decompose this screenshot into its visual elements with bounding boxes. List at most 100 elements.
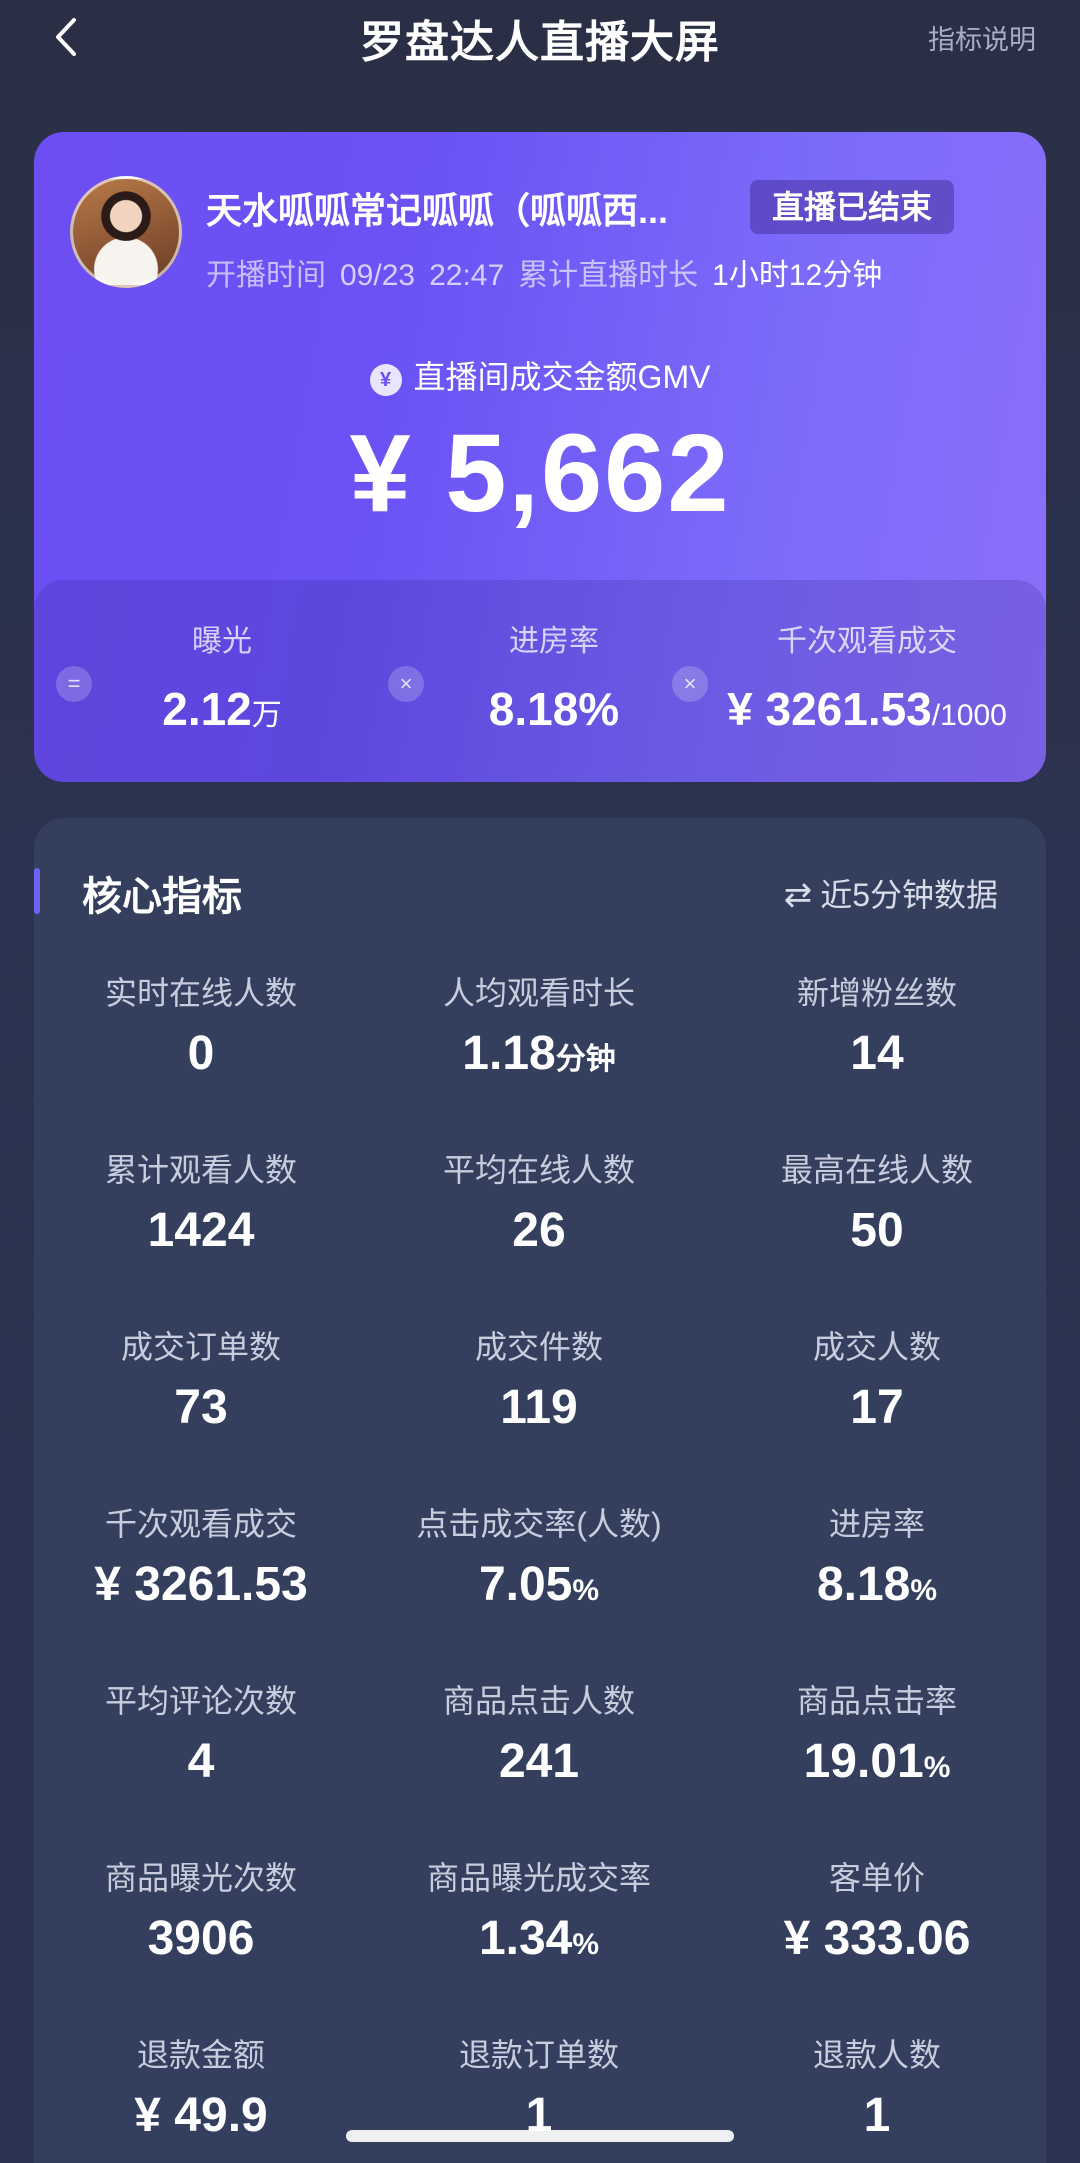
metric-label: 平均在线人数 xyxy=(442,1152,635,1188)
swap-arrows-icon: ⇄ xyxy=(783,876,813,914)
metric-number: 14 xyxy=(850,1027,904,1080)
breakdown-label: 千次观看成交 xyxy=(777,625,957,658)
metric-number: 50 xyxy=(850,1204,904,1257)
metric-value: 73 xyxy=(38,1380,364,1435)
start-label: 开播时间 xyxy=(206,259,326,292)
metric-label: 成交订单数 xyxy=(120,1329,281,1365)
metric-value: ¥ 3261.53 xyxy=(38,1557,364,1612)
metric-number: 119 xyxy=(500,1381,578,1434)
metric-number: 17 xyxy=(850,1381,904,1434)
gmv-label-text: 直播间成交金额GMV xyxy=(413,359,711,395)
metric-help-link[interactable]: 指标说明 xyxy=(928,18,1036,57)
live-summary-card: 天水呱呱常记呱呱（呱呱西... 直播已结束 开播时间 09/23 22:47 累计直播… xyxy=(34,132,1046,782)
metric-value: 1.18分钟 xyxy=(376,1026,702,1081)
metric-label: 人均观看时长 xyxy=(442,975,635,1011)
metric-cell: 商品点击人数 241 xyxy=(376,1676,702,1852)
metric-value: 119 xyxy=(376,1380,702,1435)
metric-cell: 退款金额 ¥ 49.9 xyxy=(38,2030,364,2163)
metric-label: 退款订单数 xyxy=(458,2037,619,2073)
metric-number: 19.01 xyxy=(803,1735,924,1788)
duration-label: 累计直播时长 xyxy=(518,259,699,292)
metric-cell: 商品曝光成交率 1.34% xyxy=(376,1853,702,2029)
metric-value: 4 xyxy=(38,1734,364,1789)
start-date: 09/23 xyxy=(340,259,416,292)
metric-cell: 客单价 ¥ 333.06 xyxy=(714,1853,1040,2029)
avatar[interactable] xyxy=(70,176,182,288)
section-accent xyxy=(34,868,40,914)
yuan-coin-icon: ¥ xyxy=(369,364,402,396)
metric-cell: 千次观看成交 ¥ 3261.53 xyxy=(38,1499,364,1675)
metric-label: 商品点击人数 xyxy=(442,1683,635,1719)
metric-value: 1424 xyxy=(38,1203,364,1258)
metric-number: ¥ 49.9 xyxy=(134,2089,268,2142)
section-title: 核心指标 xyxy=(82,875,242,919)
metric-number: 8.18 xyxy=(816,1558,911,1611)
metric-cell: 成交人数 17 xyxy=(714,1322,1040,1498)
breakdown-value: 2.12万 xyxy=(74,682,370,736)
metric-cell: 平均评论次数 4 xyxy=(38,1676,364,1852)
metric-number: ¥ 333.06 xyxy=(783,1912,971,1965)
metric-label: 商品曝光次数 xyxy=(104,1860,297,1896)
metric-number: 1 xyxy=(863,2089,891,2142)
metric-value: 1 xyxy=(714,2088,1040,2143)
breakdown-unit: 万 xyxy=(251,699,282,732)
home-indicator[interactable] xyxy=(346,2130,734,2142)
breakdown-number: 2.12 xyxy=(162,683,252,735)
metric-cell: 商品点击率 19.01% xyxy=(714,1676,1040,1852)
breakdown-number: ¥ 3261.53 xyxy=(727,683,932,735)
metric-label: 退款金额 xyxy=(136,2037,265,2073)
metric-cell: 退款人数 1 xyxy=(714,2030,1040,2163)
metric-number: 73 xyxy=(174,1381,228,1434)
metric-cell: 人均观看时长 1.18分钟 xyxy=(376,968,702,1144)
metric-cell: 成交件数 119 xyxy=(376,1322,702,1498)
metric-unit: % xyxy=(572,1574,600,1607)
metric-value: 241 xyxy=(376,1734,702,1789)
duration-value: 1小时12分钟 xyxy=(712,259,883,292)
metric-label: 点击成交率(人数) xyxy=(416,1506,662,1542)
metric-value: 8.18% xyxy=(714,1557,1040,1612)
gmv-label: ¥ 直播间成交金额GMV xyxy=(34,352,1046,398)
metric-cell: 退款订单数 1 xyxy=(376,2030,702,2163)
metric-number: 0 xyxy=(187,1027,215,1080)
breakdown-unit: /1000 xyxy=(931,699,1007,732)
metric-value: 14 xyxy=(714,1026,1040,1081)
core-metrics-card: 核心指标 ⇄ 近5分钟数据 实时在线人数 0 人均观看时长 1.18分钟 新增粉丝数 14 累… xyxy=(34,818,1046,2163)
metric-number: 1.34 xyxy=(478,1912,573,1965)
metric-value: ¥ 333.06 xyxy=(714,1911,1040,1966)
metric-value: 0 xyxy=(38,1026,364,1081)
status-badge: 直播已结束 xyxy=(750,180,955,234)
metric-number: 26 xyxy=(512,1204,566,1257)
breakdown-number: 8.18% xyxy=(488,683,620,735)
breakdown-exposure: = 曝光 2.12万 xyxy=(34,580,370,782)
metric-label: 退款人数 xyxy=(812,2037,941,2073)
metric-label: 最高在线人数 xyxy=(780,1152,973,1188)
metric-label: 实时在线人数 xyxy=(104,975,297,1011)
metric-label: 成交件数 xyxy=(474,1329,603,1365)
metric-unit: % xyxy=(910,1574,938,1607)
metric-cell: 进房率 8.18% xyxy=(714,1499,1040,1675)
metric-label: 客单价 xyxy=(828,1860,925,1896)
metric-value: 19.01% xyxy=(714,1734,1040,1789)
page-title: 罗盘达人直播大屏 xyxy=(360,18,720,67)
metric-value: 26 xyxy=(376,1203,702,1258)
metric-label: 平均评论次数 xyxy=(104,1683,297,1719)
metric-label: 成交人数 xyxy=(812,1329,941,1365)
gmv-value: ¥ 5,662 xyxy=(349,412,731,535)
metric-value: ¥ 49.9 xyxy=(38,2088,364,2143)
metric-number: 1424 xyxy=(147,1204,255,1257)
breakdown-value: ¥ 3261.53/1000 xyxy=(688,682,1046,736)
metric-number: 7.05 xyxy=(478,1558,573,1611)
data-window-toggle[interactable]: ⇄ 近5分钟数据 xyxy=(784,870,998,916)
metric-label: 进房率 xyxy=(828,1506,925,1542)
breakdown-label: 曝光 xyxy=(192,625,252,658)
metric-cell: 点击成交率(人数) 7.05% xyxy=(376,1499,702,1675)
metric-number: 3906 xyxy=(147,1912,255,1965)
metric-value: 17 xyxy=(714,1380,1040,1435)
breakdown-gpm: × 千次观看成交 ¥ 3261.53/1000 xyxy=(648,580,1046,782)
data-window-label: 近5分钟数据 xyxy=(820,877,998,913)
metric-cell: 最高在线人数 50 xyxy=(714,1145,1040,1321)
metric-value: 1.34% xyxy=(376,1911,702,1966)
top-bar: 罗盘达人直播大屏 指标说明 xyxy=(0,0,1080,110)
metric-value: 7.05% xyxy=(376,1557,702,1612)
metric-label: 新增粉丝数 xyxy=(796,975,957,1011)
